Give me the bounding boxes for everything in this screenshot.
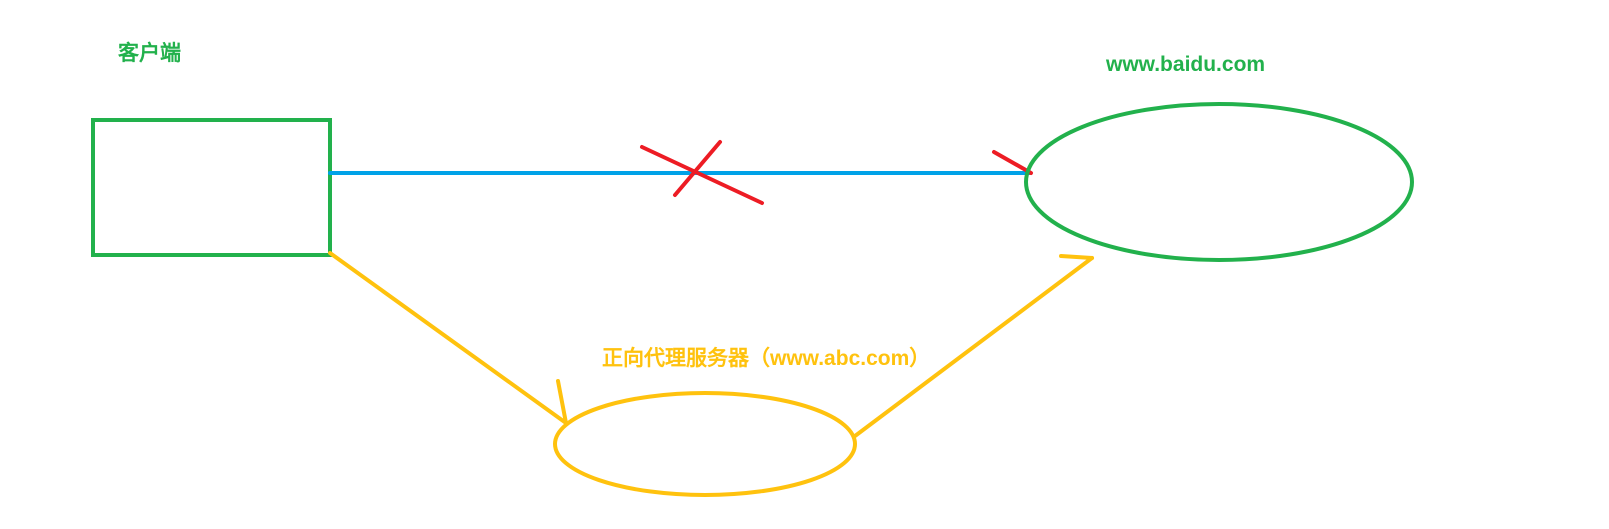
diagram-svg [91,102,1414,497]
server-label: www.baidu.com [1106,53,1266,76]
blocked-arrow-tick [992,150,1033,175]
proxy-label: 正向代理服务器（www.abc.com） [602,347,931,370]
client-box [91,118,332,257]
proxy-ellipse [553,391,857,497]
client-to-proxy-arrow [328,251,568,425]
server-ellipse [1024,102,1414,262]
client-label: 客户端 [118,42,181,65]
diagram-canvas [0,0,1609,524]
proxy-to-server-arrow [853,254,1094,438]
